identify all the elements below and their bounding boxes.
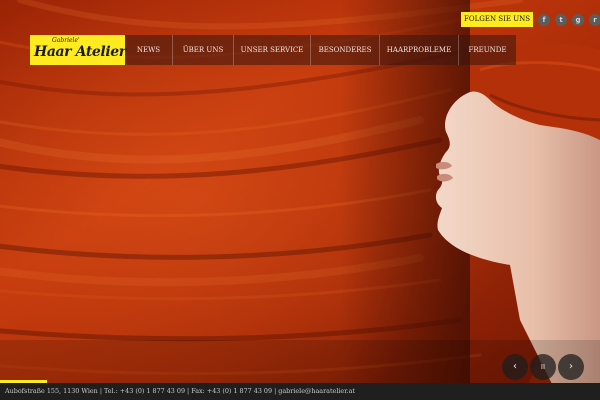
chevron-right-icon: ›: [569, 361, 573, 372]
slider-prev-button[interactable]: ‹: [502, 354, 528, 380]
facebook-icon[interactable]: f: [538, 13, 551, 26]
logo-subtitle: Gabriele': [52, 37, 80, 44]
main-nav: NEWS ÜBER UNS UNSER SERVICE BESONDERES H…: [125, 35, 516, 65]
social-bar: FOLGEN SIE UNS f t g r: [461, 12, 600, 27]
chevron-left-icon: ‹: [513, 361, 517, 372]
nav-item-haarprobleme[interactable]: HAARPROBLEME: [380, 35, 459, 65]
nav-item-unser-service[interactable]: UNSER SERVICE: [234, 35, 311, 65]
nav-item-freunde[interactable]: FREUNDE: [459, 35, 516, 65]
logo-name: Haar Atelier: [34, 44, 126, 60]
rss-icon[interactable]: r: [589, 13, 600, 26]
nav-item-besonderes[interactable]: BESONDERES: [311, 35, 380, 65]
slider-next-button[interactable]: ›: [558, 354, 584, 380]
google-plus-icon[interactable]: g: [572, 13, 585, 26]
footer-contact: Aubofstraße 155, 1130 Wien | Tel.: +43 (…: [0, 383, 600, 400]
follow-us-label: FOLGEN SIE UNS: [461, 12, 534, 27]
site-logo[interactable]: Gabriele' Haar Atelier: [30, 35, 126, 65]
page: FOLGEN SIE UNS f t g r Gabriele' Haar At…: [0, 0, 600, 400]
twitter-icon[interactable]: t: [555, 13, 568, 26]
nav-item-ueber-uns[interactable]: ÜBER UNS: [173, 35, 234, 65]
slider-pause-button[interactable]: II: [530, 354, 556, 380]
pause-icon: II: [540, 363, 546, 371]
nav-item-news[interactable]: NEWS: [125, 35, 173, 65]
